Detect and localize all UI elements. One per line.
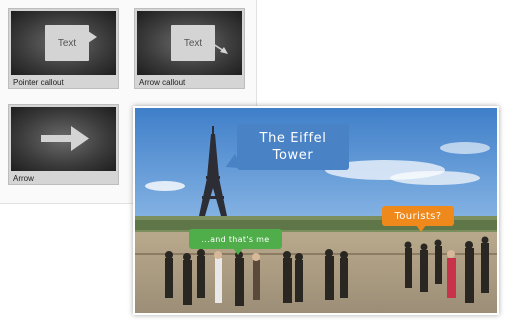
pointer-tail-icon xyxy=(88,31,97,43)
tile-arrow-callout[interactable]: Text Arrow callout xyxy=(134,8,245,89)
photo-canvas[interactable]: The Eiffel Tower Tourists? ...and that's… xyxy=(133,106,499,315)
tile-label-pointer-callout: Pointer callout xyxy=(13,78,64,87)
tourists-callout[interactable]: Tourists? xyxy=(382,206,454,226)
tile-pointer-callout[interactable]: Text Pointer callout xyxy=(8,8,119,89)
tourists-callout-pointer xyxy=(416,225,426,232)
arrow-preview xyxy=(11,107,116,171)
title-callout-line1: The Eiffel xyxy=(259,131,327,146)
arrow-callout-pointer-icon xyxy=(212,43,228,54)
tile-label-arrow-callout: Arrow callout xyxy=(139,78,186,87)
right-arrow-icon xyxy=(41,126,89,151)
tile-arrow[interactable]: Arrow xyxy=(8,104,119,185)
title-callout[interactable]: The Eiffel Tower xyxy=(237,124,349,170)
arrow-callout-preview: Text xyxy=(137,11,242,75)
pointer-callout-sample: Text xyxy=(45,25,89,61)
thats-me-callout-pointer xyxy=(233,248,243,255)
thats-me-callout[interactable]: ...and that's me xyxy=(189,229,282,249)
pointer-callout-preview: Text xyxy=(11,11,116,75)
tile-label-arrow: Arrow xyxy=(13,174,34,183)
title-callout-line2: Tower xyxy=(272,148,314,163)
